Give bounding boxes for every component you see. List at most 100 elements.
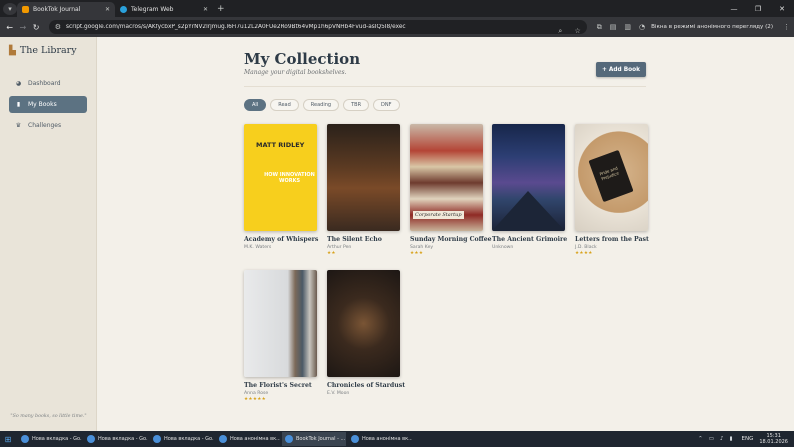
page-title: My Collection (244, 50, 361, 68)
back-icon[interactable]: ← (3, 23, 16, 32)
filter-read[interactable]: Read (270, 99, 299, 111)
clock-date: 18.01.2026 (759, 439, 788, 445)
reload-icon[interactable]: ↻ (30, 23, 43, 32)
book-author: Unknown (492, 245, 514, 250)
book-cover[interactable]: Pride and Prejudice (575, 124, 648, 231)
page-subtitle: Manage your digital bookshelves. (244, 69, 347, 76)
network-icon[interactable]: ▭ (709, 436, 714, 442)
sidebar-item-my-books[interactable]: ▮ My Books (9, 96, 87, 113)
book-author: E.V. Moon (327, 391, 350, 396)
incognito-icon[interactable]: ◔ (639, 23, 645, 31)
book-cover[interactable] (244, 270, 317, 377)
tab-title: Telegram Web (131, 6, 174, 13)
address-bar[interactable]: ⚙ script.google.com/macros/s/AKfycbxP_s2… (48, 20, 587, 35)
book-rating: ★★ (327, 251, 336, 256)
taskbar-item[interactable]: Нова вкладка - Go... (84, 432, 148, 446)
book-icon: ▮ (16, 101, 21, 108)
taskbar-item[interactable]: Нова вкладка - Go... (150, 432, 214, 446)
book-author: M.K. Waters (244, 245, 272, 250)
book-author: Arthur Pen (327, 245, 352, 250)
side-panel-icon[interactable]: ▥ (624, 23, 631, 31)
sidebar-item-challenges[interactable]: ♛ Challenges (9, 117, 87, 134)
taskbar-item-active[interactable]: BookTok Journal - ... (282, 432, 346, 446)
book-title: Sunday Morning Coffee (410, 236, 492, 243)
chrome-icon (21, 435, 29, 443)
close-tab-icon[interactable]: ✕ (203, 6, 208, 13)
add-book-button[interactable]: + Add Book (596, 62, 646, 77)
tab-title: BookTok Journal (33, 6, 81, 13)
clock[interactable]: 15:31 18.01.2026 (759, 433, 788, 445)
tray-overflow-icon[interactable]: ⌃ (698, 436, 703, 442)
tab-groups-icon[interactable]: ▤ (610, 23, 617, 31)
brand: ▙ The Library (9, 45, 77, 56)
browser-tab-bar: ▾ BookTok Journal ✕ Telegram Web ✕ + — ❐… (0, 0, 794, 17)
sidebar-item-label: My Books (28, 101, 57, 108)
taskbar-item[interactable]: Нова вкладка - Go... (18, 432, 82, 446)
book-card[interactable]: Chronicles of Stardust E.V. Moon (327, 270, 405, 397)
browser-menu-icon[interactable]: ⋮ (783, 23, 790, 31)
language-indicator[interactable]: ENG (742, 436, 754, 442)
filter-chips: All Read Reading TBR DNF (244, 99, 404, 111)
cover-author-text: MATT RIDLEY (256, 141, 305, 149)
page: ▙ The Library ◕ Dashboard ▮ My Books ♛ C… (0, 37, 794, 431)
window-close-icon[interactable]: ✕ (770, 5, 794, 13)
minimize-icon[interactable]: — (722, 5, 746, 13)
sidebar-item-label: Dashboard (28, 80, 61, 87)
filter-tbr[interactable]: TBR (343, 99, 370, 111)
book-card[interactable]: MATT RIDLEY HOW INNOVATION WORKS Academy… (244, 124, 319, 251)
book-author: Sarah Key (410, 245, 434, 250)
sidebar-quote: "So many books, so little time." (10, 414, 87, 419)
chrome-icon (153, 435, 161, 443)
book-cover[interactable] (327, 270, 400, 377)
taskbar-item[interactable]: Нова анонімна вк... (216, 432, 280, 446)
filter-dnf[interactable]: DNF (373, 99, 400, 111)
book-card[interactable]: Corporate Startup Sunday Morning Coffee … (410, 124, 492, 256)
browser-tab-booktok[interactable]: BookTok Journal ✕ (17, 2, 115, 17)
book-card[interactable]: Pride and Prejudice Letters from the Pas… (575, 124, 649, 256)
book-card[interactable]: The Silent Echo Arthur Pen ★★ (327, 124, 400, 256)
window-controls: — ❐ ✕ (722, 5, 794, 13)
book-title: The Ancient Grimoire (492, 236, 568, 243)
book-author: J.D. Black (575, 245, 597, 250)
book-cover[interactable]: MATT RIDLEY HOW INNOVATION WORKS (244, 124, 317, 231)
chrome-icon (285, 435, 293, 443)
forward-icon[interactable]: → (16, 23, 29, 32)
url-text[interactable]: script.google.com/macros/s/AKfycbxP_s2pY… (66, 24, 551, 30)
incognito-label[interactable]: Вікна в режимі анонімного перегляду (2) (651, 24, 773, 30)
cover-text: Pride and Prejudice (598, 165, 620, 182)
book-title: Academy of Whispers (244, 236, 319, 243)
header-divider (244, 86, 646, 87)
zoom-icon[interactable]: ⌕ (558, 27, 562, 35)
taskbar-item[interactable]: Нова анонімна вк... (348, 432, 412, 446)
telegram-favicon-icon (120, 6, 127, 13)
site-info-icon[interactable]: ⚙ (55, 23, 61, 31)
book-cover[interactable]: Corporate Startup (410, 124, 483, 231)
book-title: Letters from the Past (575, 236, 649, 243)
sidebar-item-dashboard[interactable]: ◕ Dashboard (9, 75, 87, 92)
book-card[interactable]: The Florist's Secret Anna Rose ★★★★★ (244, 270, 317, 402)
close-tab-icon[interactable]: ✕ (105, 6, 110, 13)
book-rating: ★★★★★ (244, 397, 267, 402)
tab-search-icon[interactable]: ▾ (3, 2, 17, 15)
battery-icon[interactable]: ▮ (729, 436, 732, 442)
book-author: Anna Rose (244, 391, 269, 396)
os-taskbar: ⊞ Нова вкладка - Go... Нова вкладка - Go… (0, 431, 794, 447)
volume-icon[interactable]: ♪ (720, 436, 724, 442)
book-rating: ★★★★ (575, 251, 593, 256)
new-tab-icon[interactable]: + (217, 4, 225, 14)
book-card[interactable]: The Ancient Grimoire Unknown (492, 124, 568, 251)
extensions-icon[interactable]: ⧉ (597, 23, 602, 32)
main-content: My Collection Manage your digital booksh… (244, 37, 654, 431)
book-cover[interactable] (492, 124, 565, 231)
bookmark-star-icon[interactable]: ☆ (574, 27, 580, 35)
cover-title-text: HOW INNOVATION WORKS (264, 172, 315, 184)
book-cover[interactable] (327, 124, 400, 231)
restore-icon[interactable]: ❐ (746, 5, 770, 13)
filter-all[interactable]: All (244, 99, 267, 111)
filter-reading[interactable]: Reading (302, 99, 340, 111)
cover-text: Corporate Startup (413, 211, 464, 219)
browser-tab-telegram[interactable]: Telegram Web ✕ (115, 2, 213, 17)
sidebar-nav: ◕ Dashboard ▮ My Books ♛ Challenges (9, 75, 87, 138)
browser-toolbar: ← → ↻ ⚙ script.google.com/macros/s/AKfyc… (0, 17, 794, 37)
windows-start-icon[interactable]: ⊞ (0, 435, 16, 444)
